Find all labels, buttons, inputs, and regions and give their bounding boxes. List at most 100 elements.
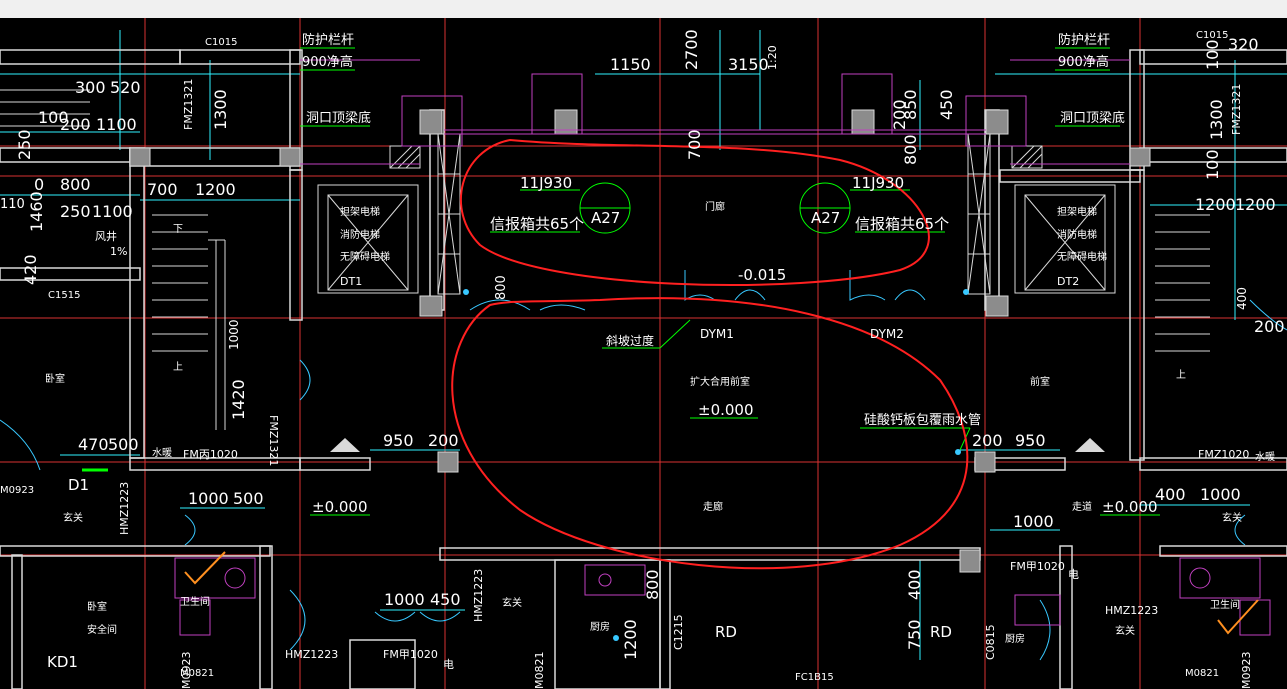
dim-800c: 800 [494, 275, 509, 300]
dim-1300a: 1300 [211, 89, 230, 130]
label-window-c0815: C0815 [984, 624, 997, 660]
label-door-dym2: DYM2 [870, 327, 904, 341]
label-guardrail-height-left: 900净高 [302, 54, 353, 70]
label-door-fm1321-right: FMZ1321 [1230, 84, 1243, 135]
dim-1100: 1100 [96, 115, 137, 134]
label-door-dym1: DYM1 [700, 327, 734, 341]
dim-200e: 200 [1254, 317, 1285, 336]
dim-100c: 100 [1203, 149, 1222, 180]
label-elevator-left-3: 无障碍电梯 [340, 250, 390, 263]
dim-1420: 1420 [229, 379, 248, 420]
label-stair-up-right: 上 [1176, 369, 1186, 381]
label-foyer-left: 玄关 [63, 511, 83, 524]
dim-1000e: 1000 [384, 590, 425, 609]
dim-800: 800 [60, 175, 91, 194]
label-beam-bottom-left: 洞口顶梁底 [306, 110, 371, 126]
label-elevator-right-2: 消防电梯 [1057, 228, 1097, 241]
label-pipe-note: 硅酸钙板包覆雨水管 [864, 413, 981, 428]
label-door-hmz1223-mid: HMZ1223 [472, 569, 485, 622]
dim-800d: 800 [643, 569, 662, 600]
dim-2700: 2700 [682, 29, 701, 70]
label-callout-left: A27 [591, 209, 620, 227]
label-electric-right: 电 [1068, 568, 1079, 581]
label-mailbox-left: 信报箱共65个 [490, 215, 584, 233]
label-door-fmz1020-right: FMZ1020 [1198, 448, 1249, 461]
label-electric-left: 电 [443, 658, 454, 671]
label-window-c1515: C1515 [48, 290, 80, 301]
label-elevator-right-3: 无障碍电梯 [1057, 250, 1107, 263]
label-safe-room: 安全间 [87, 623, 117, 636]
label-water-heater-right: 水暖 [1255, 450, 1275, 463]
dim-1150: 1150 [610, 55, 651, 74]
label-bathroom-left: 卫生间 [180, 595, 210, 608]
label-combined-lobby: 扩大合用前室 [690, 375, 750, 388]
dim-200d: 200 [972, 431, 1003, 450]
label-window-c1015-right: C1015 [1196, 30, 1228, 41]
dim-320: 320 [1228, 35, 1259, 54]
label-corridor-right: 走道 [1072, 500, 1092, 513]
dim-200c: 200 [428, 431, 459, 450]
label-door-hmz1223-left: HMZ1223 [118, 482, 131, 535]
dim-3150: 3150 [728, 55, 769, 74]
dim-950b: 950 [1015, 431, 1046, 450]
label-guardrail-left: 防护栏杆 [302, 32, 354, 48]
label-anteroom: 前室 [1030, 375, 1050, 388]
label-elev-foyer-left: ±0.000 [312, 498, 368, 516]
label-guardrail-right: 防护栏杆 [1058, 32, 1110, 48]
dim-1-20: 1:20 [766, 45, 779, 70]
label-callout-right: A27 [811, 209, 840, 227]
label-bathroom-right: 卫生间 [1210, 598, 1240, 611]
label-elevator-left-2: 消防电梯 [340, 228, 380, 241]
dim-110: 110 [0, 197, 25, 212]
dim-100b: 100 [1203, 39, 1222, 70]
dim-1100b: 1100 [92, 202, 133, 221]
dim-750: 750 [905, 619, 924, 650]
label-detail-ref-right: 11J930 [852, 174, 904, 192]
dim-200b: 200 [890, 99, 909, 130]
dim-1000d: 1000 [1013, 512, 1054, 531]
dim-400b: 400 [905, 569, 924, 600]
dim-1200b: 1200 [621, 619, 640, 660]
cad-drawing-canvas[interactable]: 防护栏杆 900净高 洞口顶梁底 防护栏杆 900净高 洞口顶梁底 门廊 担架电… [0, 18, 1287, 689]
toolbar-strip [0, 0, 1287, 19]
dim-470: 470 [78, 435, 109, 454]
label-kitchen-right: 厨房 [1005, 632, 1025, 645]
label-door-fm1321-stair: FMZ1321 [267, 415, 280, 466]
dim-400a: 400 [1155, 485, 1186, 504]
label-window-c1015-left: C1015 [205, 37, 237, 48]
dim-1460: 1460 [27, 191, 46, 232]
label-elevator-right-id: DT2 [1057, 275, 1079, 288]
dim-700c: 700 [685, 129, 704, 160]
dim-0: 0 [34, 175, 44, 194]
dim-250: 250 [15, 129, 34, 160]
dim-1200d: 1200 [1235, 195, 1276, 214]
label-corridor: 走廊 [703, 500, 723, 513]
label-slope: 1% [110, 245, 127, 258]
label-guardrail-height-right: 900净高 [1058, 54, 1109, 70]
label-elev-lobby: ±0.000 [698, 401, 754, 419]
label-window-fc1b15: FC1B15 [795, 672, 834, 683]
label-door-m0821-mid: M0821 [533, 652, 546, 689]
dim-1200a: 1200 [195, 180, 236, 199]
label-door-m0923: M0923 [0, 485, 34, 496]
label-water-heater-left: 水暖 [152, 446, 172, 459]
label-elev-foyer-right: ±0.000 [1102, 498, 1158, 516]
label-beam-bottom-right: 洞口顶梁底 [1060, 110, 1125, 126]
dim-800b: 800 [901, 134, 920, 165]
label-elev-porch: -0.015 [738, 266, 786, 284]
label-d1: D1 [68, 476, 89, 494]
dim-450b: 450 [430, 590, 461, 609]
dim-1000b: 1000 [188, 489, 229, 508]
label-door-m0923-bottom: M0923 [180, 652, 193, 689]
label-elevator-left-id: DT1 [340, 275, 362, 288]
label-foyer-bottom: 玄关 [502, 596, 522, 609]
label-bedroom-left: 卧室 [45, 372, 65, 385]
label-door-m0821-right: M0821 [1185, 668, 1219, 679]
label-bedroom-bottom: 卧室 [87, 600, 107, 613]
label-door-hmz1223-bottom: HMZ1223 [285, 648, 338, 661]
dim-1000a: 1000 [227, 319, 241, 350]
dim-1200c: 1200 [1195, 195, 1236, 214]
dim-200: 200 [60, 115, 91, 134]
dim-250b: 250 [60, 202, 91, 221]
dim-420: 420 [21, 254, 40, 285]
